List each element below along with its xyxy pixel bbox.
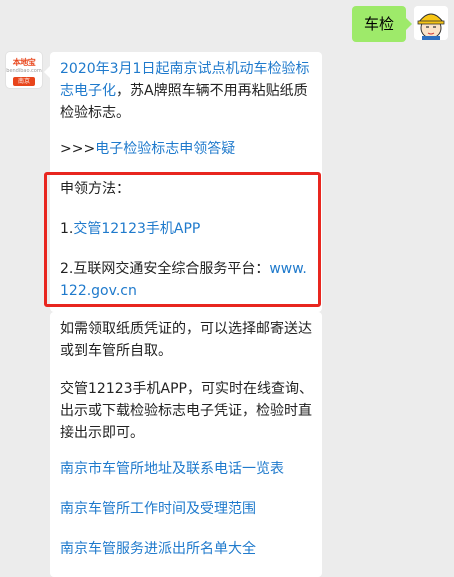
- bot-avatar-brand: 本地宝: [12, 58, 36, 67]
- faq-paragraph: >>>电子检验标志申领答疑: [60, 138, 314, 160]
- faq-link[interactable]: 电子检验标志申领答疑: [95, 141, 235, 157]
- faq-prefix: >>>: [60, 141, 96, 157]
- user-avatar[interactable]: [414, 6, 448, 40]
- related-link-3-label[interactable]: 南京车管服务进派出所名单大全: [60, 541, 256, 557]
- app-note: 交管12123手机APP，可实时在线查询、出示或下载检验标志电子凭证，检验时直接…: [60, 381, 313, 441]
- related-link-1-label[interactable]: 南京市车管所地址及联系电话一览表: [60, 461, 284, 477]
- bot-avatar[interactable]: 本地宝 bendibao.com 南京: [6, 52, 42, 88]
- related-link-2-label[interactable]: 南京车管所工作时间及受理范围: [60, 501, 256, 517]
- intro-paragraph: 2020年3月1日起南京试点机动车检验标志电子化，苏A牌照车辆不用再粘贴纸质检验…: [60, 58, 314, 124]
- bot-message-bubble-2: 如需领取纸质凭证的，可以选择邮寄送达或到车管所自取。 交管12123手机APP，…: [50, 312, 322, 577]
- paper-note: 如需领取纸质凭证的，可以选择邮寄送达或到车管所自取。: [60, 321, 312, 359]
- related-link-3[interactable]: 南京车管服务进派出所名单大全: [60, 538, 314, 560]
- bot-avatar-city: 南京: [13, 77, 35, 86]
- user-message-row: 车检: [351, 6, 448, 42]
- related-link-2[interactable]: 南京车管所工作时间及受理范围: [60, 498, 314, 520]
- related-link-1[interactable]: 南京市车管所地址及联系电话一览表: [60, 458, 314, 480]
- highlight-box: [44, 172, 321, 307]
- bot-avatar-brand-sub: bendibao.com: [6, 68, 42, 74]
- user-message-bubble[interactable]: 车检: [351, 6, 413, 42]
- construction-worker-avatar-icon: [414, 6, 448, 40]
